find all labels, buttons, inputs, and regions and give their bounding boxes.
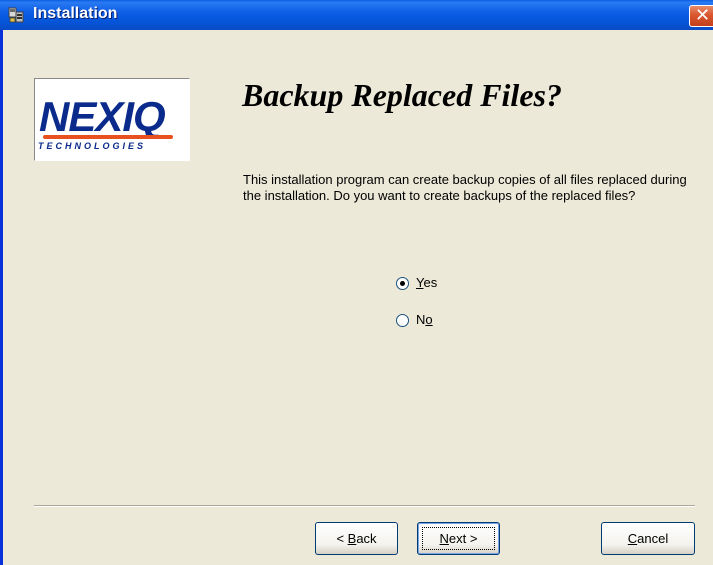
yes-radio[interactable] [396, 277, 409, 290]
page-description: This installation program can create bac… [243, 172, 687, 203]
close-icon: ✕ [695, 5, 711, 26]
cancel-button[interactable]: Cancel [601, 522, 695, 555]
company-logo: NEXIQ TECHNOLOGIES [34, 78, 190, 161]
window-title: Installation [33, 5, 118, 22]
no-radio[interactable] [396, 314, 409, 327]
next-button[interactable]: Next > [417, 522, 500, 555]
back-button[interactable]: < Back [315, 522, 398, 555]
page-title: Backup Replaced Files? [242, 77, 562, 113]
close-button[interactable]: ✕ [689, 5, 713, 27]
yes-label[interactable]: Yes [416, 275, 437, 290]
logo-swoosh [43, 135, 173, 139]
window-border [0, 30, 3, 565]
logo-tagline: TECHNOLOGIES [38, 141, 147, 151]
logo-wordmark: NEXIQ [39, 93, 166, 140]
title-bar[interactable]: Installation ✕ [0, 0, 713, 30]
no-label-rest: N [416, 312, 426, 327]
focus-rectangle [422, 527, 495, 550]
radio-selected-dot [400, 281, 405, 286]
button-separator [34, 505, 695, 507]
yes-label-rest: es [423, 275, 438, 290]
installer-icon [8, 7, 24, 23]
installation-window: Installation ✕ NEXIQ TECHNOLOGIES Backup… [0, 0, 713, 565]
no-label[interactable]: No [416, 312, 433, 327]
cancel-label: Cancel [627, 531, 669, 546]
back-label: < Back [336, 531, 377, 546]
no-mnemonic: o [425, 312, 433, 327]
